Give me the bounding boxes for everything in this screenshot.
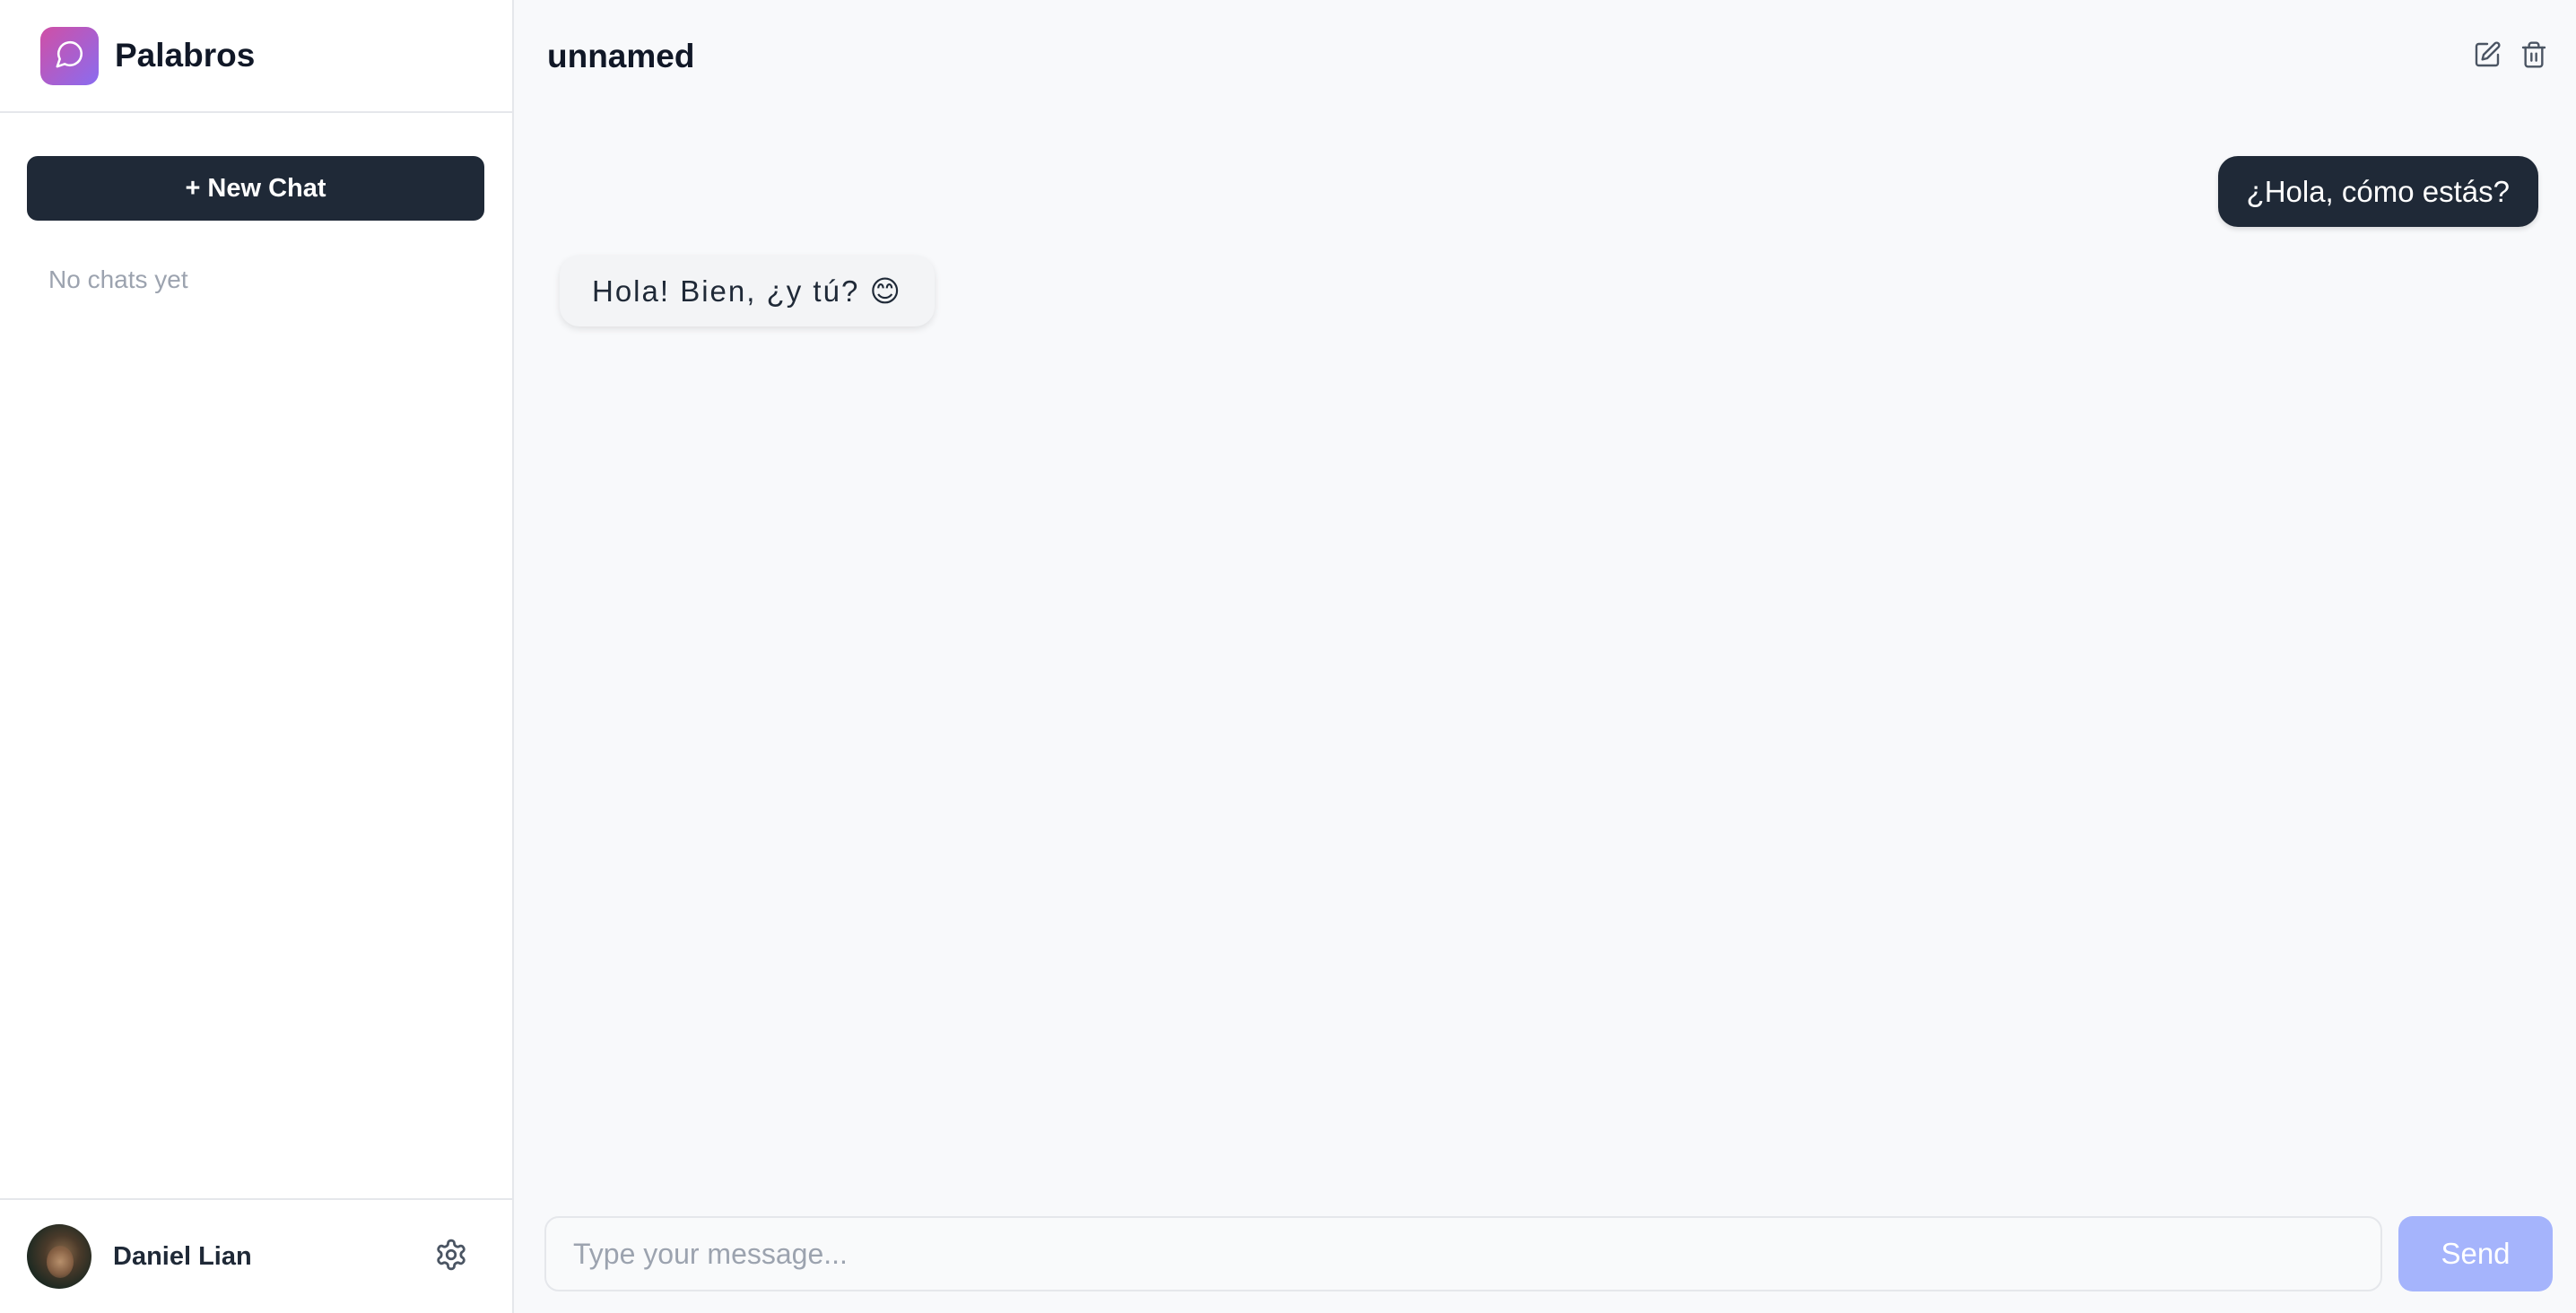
empty-chats-text: No chats yet	[48, 265, 188, 293]
new-chat-button[interactable]: + New Chat	[27, 156, 484, 221]
app-logo	[40, 26, 99, 85]
user-bar: Daniel Lian	[0, 1198, 512, 1313]
app-name: Palabros	[115, 37, 256, 74]
edit-button[interactable]	[2472, 40, 2502, 74]
edit-icon	[2473, 40, 2502, 74]
message-composer: Send	[514, 1205, 2576, 1302]
assistant-message-bubble: Hola! Bien, ¿y tú? 😊	[560, 256, 935, 326]
header-actions	[2472, 40, 2549, 74]
gear-icon	[434, 1238, 468, 1276]
settings-button[interactable]	[431, 1237, 471, 1276]
avatar[interactable]	[27, 1224, 91, 1289]
send-button[interactable]: Send	[2398, 1216, 2553, 1291]
message-list: ¿Hola, cómo estás? Hola! Bien, ¿y tú? 😊	[514, 113, 2576, 1205]
user-message-bubble: ¿Hola, cómo estás?	[2217, 156, 2538, 227]
user-name: Daniel Lian	[113, 1241, 252, 1271]
chat-main: unnamed ¿Hola, cómo estás? Hola! Bien, ¿…	[514, 0, 2576, 1313]
sidebar: Palabros + New Chat No chats yet Daniel …	[0, 0, 514, 1313]
chat-title: unnamed	[547, 38, 695, 74]
message-input[interactable]	[544, 1216, 2382, 1291]
trash-icon	[2519, 40, 2548, 74]
sidebar-body: + New Chat No chats yet	[0, 113, 512, 1198]
message-row-user: ¿Hola, cómo estás?	[557, 156, 2538, 227]
chat-bubble-icon	[55, 39, 85, 74]
delete-button[interactable]	[2519, 40, 2549, 74]
app-root: Palabros + New Chat No chats yet Daniel …	[0, 0, 2576, 1313]
chat-header: unnamed	[514, 0, 2576, 113]
message-row-assistant: Hola! Bien, ¿y tú? 😊	[557, 256, 2538, 326]
brand-header: Palabros	[0, 0, 512, 113]
